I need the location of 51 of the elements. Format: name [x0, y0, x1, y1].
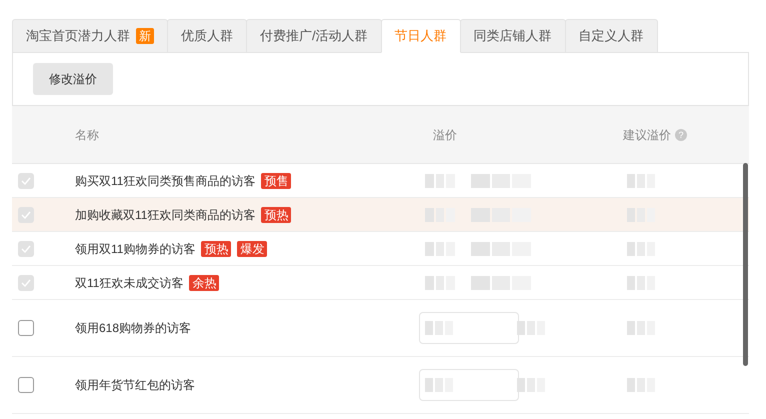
- redacted-value: [471, 174, 531, 188]
- column-header: 建议溢价: [623, 126, 671, 144]
- edit-premium-button[interactable]: 修改溢价: [33, 63, 113, 95]
- check-icon: [21, 176, 31, 184]
- redacted-value: [517, 321, 545, 335]
- tab-label: 淘宝首页潜力人群: [26, 27, 130, 46]
- audience-name: 加购收藏双11狂欢同类商品的访客: [75, 206, 256, 224]
- redacted-value: [517, 378, 545, 392]
- audience-name: 购买双11狂欢同类预售商品的访客: [75, 172, 256, 190]
- tab[interactable]: 淘宝首页潜力人群 新: [12, 19, 168, 53]
- tag: 预热: [261, 206, 292, 222]
- redacted-value: [627, 174, 655, 188]
- tab[interactable]: 同类店铺人群: [460, 19, 566, 53]
- redacted-value: [425, 378, 453, 392]
- tag: 爆发: [237, 240, 268, 256]
- premium-input[interactable]: [419, 369, 519, 401]
- check-icon: [21, 244, 31, 252]
- audience-name: 领用年货节红包的访客: [75, 377, 195, 394]
- tab-label: 优质人群: [181, 27, 233, 46]
- redacted-value: [425, 276, 455, 290]
- tab-label: 同类店铺人群: [474, 27, 552, 46]
- tab[interactable]: 优质人群: [167, 19, 247, 53]
- check-icon: [21, 210, 31, 218]
- premium-input[interactable]: [419, 312, 519, 344]
- audience-name: 双11狂欢未成交访客: [75, 274, 184, 292]
- column-header: 名称: [75, 126, 100, 144]
- redacted-value: [627, 276, 655, 290]
- tab-label: 节日人群: [394, 27, 447, 46]
- checkbox[interactable]: [18, 320, 34, 336]
- tag: 预售: [261, 172, 292, 188]
- audience-name: 领用618购物券的访客: [75, 320, 192, 337]
- redacted-value: [627, 242, 655, 256]
- redacted-value: [627, 321, 655, 335]
- check-icon: [21, 278, 31, 286]
- redacted-value: [425, 321, 453, 335]
- redacted-value: [425, 242, 455, 256]
- redacted-value: [425, 174, 455, 188]
- tab[interactable]: 付费推广/活动人群: [246, 19, 382, 53]
- new-badge: 新: [136, 28, 154, 44]
- tab[interactable]: 自定义人群: [564, 19, 658, 53]
- scrollbar[interactable]: [743, 163, 748, 366]
- tag: 预热: [201, 240, 232, 256]
- redacted-value: [471, 242, 531, 256]
- redacted-value: [627, 378, 655, 392]
- audience-name: 领用双11购物券的访客: [75, 240, 196, 258]
- tab-label: 付费推广/活动人群: [260, 27, 368, 46]
- tab-label: 自定义人群: [578, 27, 644, 46]
- tag: 余热: [189, 274, 220, 290]
- checkbox[interactable]: [18, 377, 34, 393]
- column-header: 溢价: [433, 126, 458, 144]
- redacted-value: [471, 276, 531, 290]
